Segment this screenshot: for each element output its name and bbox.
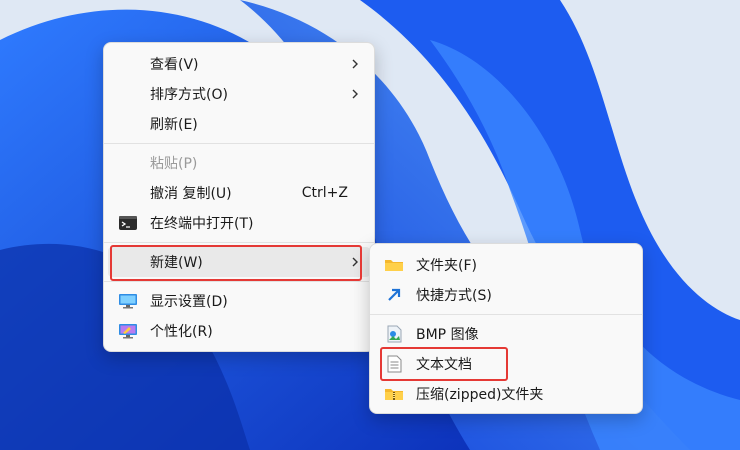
submenu-item-text-document[interactable]: 文本文档 <box>374 349 638 379</box>
menu-item-undo-copy-label: 撤消 复制(U) <box>150 186 232 202</box>
menu-item-sort-by[interactable]: 排序方式(O) <box>108 79 370 109</box>
new-submenu: 文件夹(F) 快捷方式(S) BMP 图像 文本文档 压缩(zipped)文件夹 <box>369 243 643 414</box>
chevron-right-icon <box>352 59 358 69</box>
menu-item-personalize[interactable]: 个性化(R) <box>108 316 370 346</box>
chevron-right-icon <box>352 257 358 267</box>
menu-item-paste: 粘贴(P) <box>108 148 370 178</box>
menu-item-new-label: 新建(W) <box>150 255 203 271</box>
submenu-item-shortcut-label: 快捷方式(S) <box>416 288 492 304</box>
menu-separator <box>104 242 374 243</box>
folder-icon <box>385 260 403 271</box>
submenu-item-folder-label: 文件夹(F) <box>416 258 477 274</box>
menu-item-refresh-label: 刷新(E) <box>150 117 198 133</box>
undo-shortcut: Ctrl+Z <box>301 185 348 201</box>
shortcut-arrow-icon <box>388 288 401 301</box>
menu-separator <box>104 281 374 282</box>
zipped-folder-icon <box>385 389 403 400</box>
menu-item-display-settings[interactable]: 显示设置(D) <box>108 286 370 316</box>
menu-item-personalize-label: 个性化(R) <box>150 324 213 340</box>
menu-item-view[interactable]: 查看(V) <box>108 49 370 79</box>
submenu-item-text-document-label: 文本文档 <box>416 357 472 373</box>
menu-item-refresh[interactable]: 刷新(E) <box>108 109 370 139</box>
menu-item-undo-copy[interactable]: 撤消 复制(U) Ctrl+Z <box>108 178 370 208</box>
menu-item-view-label: 查看(V) <box>150 57 199 73</box>
menu-item-sort-by-label: 排序方式(O) <box>150 87 228 103</box>
submenu-item-zipped-folder[interactable]: 压缩(zipped)文件夹 <box>374 379 638 409</box>
menu-item-open-in-terminal[interactable]: 在终端中打开(T) <box>108 208 370 238</box>
bmp-image-icon <box>387 325 402 343</box>
menu-item-new[interactable]: 新建(W) <box>108 247 370 277</box>
menu-separator <box>104 143 374 144</box>
menu-item-paste-label: 粘贴(P) <box>150 156 198 172</box>
chevron-right-icon <box>352 89 358 99</box>
personalize-icon <box>119 324 137 339</box>
menu-item-display-settings-label: 显示设置(D) <box>150 294 228 310</box>
submenu-item-zipped-folder-label: 压缩(zipped)文件夹 <box>416 387 544 403</box>
submenu-item-folder[interactable]: 文件夹(F) <box>374 250 638 280</box>
display-icon <box>119 294 137 309</box>
menu-separator <box>370 314 642 315</box>
submenu-item-bmp-image[interactable]: BMP 图像 <box>374 319 638 349</box>
desktop-context-menu: 查看(V) 排序方式(O) 刷新(E) 粘贴(P) 撤消 复制(U) Ctrl+… <box>103 42 375 352</box>
submenu-item-shortcut[interactable]: 快捷方式(S) <box>374 280 638 310</box>
menu-item-open-in-terminal-label: 在终端中打开(T) <box>150 216 254 232</box>
terminal-icon <box>119 216 137 230</box>
submenu-item-bmp-image-label: BMP 图像 <box>416 327 479 343</box>
text-document-icon <box>387 355 402 373</box>
